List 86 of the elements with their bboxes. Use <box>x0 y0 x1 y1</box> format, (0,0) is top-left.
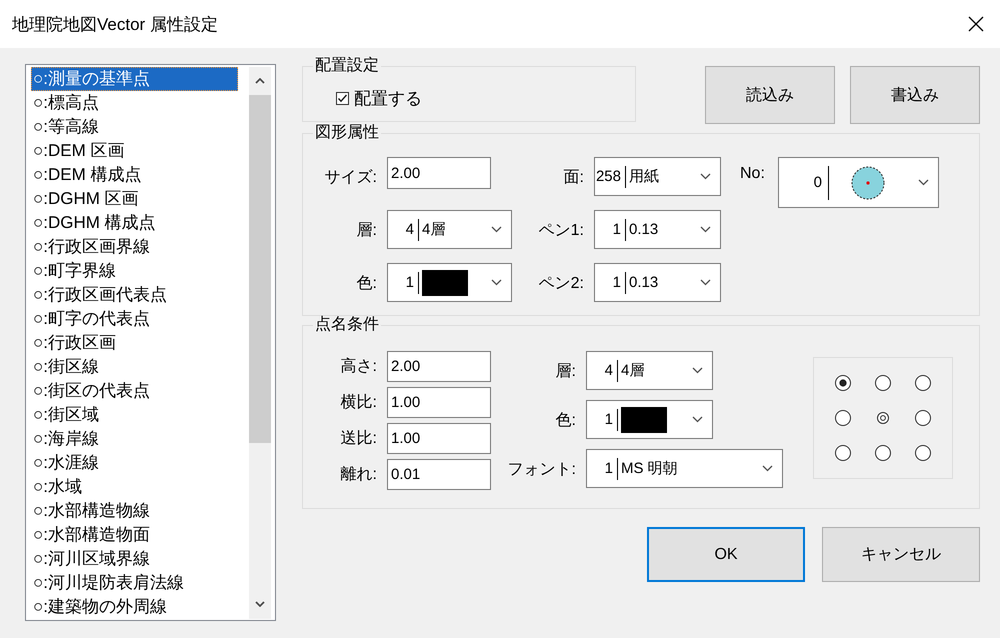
radio-button[interactable] <box>915 375 931 391</box>
dropdown[interactable]: 1 0.13 <box>594 263 721 302</box>
list-item[interactable]: ○:行政区画代表点 <box>31 283 238 307</box>
circle-symbol-icon <box>851 166 885 200</box>
chevron-down-icon <box>918 179 929 186</box>
radio-button[interactable] <box>915 445 931 461</box>
write-button[interactable]: 書込み <box>850 66 980 124</box>
list-item[interactable]: ○:町字の代表点 <box>31 307 238 331</box>
window-title: 地理院地図Vector 属性設定 <box>12 14 218 36</box>
list-item[interactable]: ○:水涯線 <box>31 451 238 475</box>
center-radio-button[interactable] <box>877 412 889 424</box>
list-item[interactable]: ○:DEM 区画 <box>31 139 238 163</box>
list-item[interactable]: ○:河川堤防表肩法線 <box>31 571 238 595</box>
text-field[interactable]: 2.00 <box>387 351 491 382</box>
list-box[interactable]: ○:測量の基準点 ○:標高点 ○:等高線 ○:DEM 区画 ○:DEM 構成点 ○:DGHM 区画 ○:DGHM 構成点 ○:行政区画界線 ○:町字界線 ○:行政区画代表点 ○:町字の代表点 ○:行政区画 ○:街区線 ○:街区の代表点 ○:街区域 ○:海岸線 ○:水涯線 ○:水域 ○:水部構造物線 ○:水部構造物面 ○:河川区域界線 ○:河川堤防表肩法線 ○:建築物の外周線 <box>25 64 276 621</box>
ok-button[interactable]: OK <box>647 527 805 582</box>
list-item[interactable]: ○:行政区画界線 <box>31 235 238 259</box>
field-label: 層: <box>556 362 576 382</box>
field-label: ペン2: <box>538 274 584 294</box>
cancel-button[interactable]: キャンセル <box>822 527 980 582</box>
chevron-down-icon <box>491 226 502 233</box>
close-icon[interactable] <box>968 16 984 32</box>
list-item[interactable]: ○:町字界線 <box>31 259 238 283</box>
field-label: 色: <box>556 410 576 430</box>
field-label: サイズ: <box>324 168 377 188</box>
chevron-down-icon <box>692 367 703 374</box>
group-title: 図形属性 <box>314 124 380 142</box>
scroll-down-icon[interactable] <box>255 601 265 607</box>
field-label: 面: <box>564 168 584 188</box>
chevron-down-icon <box>700 279 711 286</box>
list-item[interactable]: ○:測量の基準点 <box>31 67 238 91</box>
list-item[interactable]: ○:建築物の外周線 <box>31 595 238 619</box>
list-item[interactable]: ○:海岸線 <box>31 427 238 451</box>
list-item[interactable]: ○:DEM 構成点 <box>31 163 238 187</box>
chevron-down-icon <box>762 465 773 472</box>
dropdown[interactable]: 1 MS 明朝 <box>586 449 783 488</box>
field-label: 離れ: <box>340 465 377 485</box>
chevron-down-icon <box>491 279 502 286</box>
list-item[interactable]: ○:行政区画 <box>31 331 238 355</box>
list-item[interactable]: ○:DGHM 構成点 <box>31 211 238 235</box>
dropdown[interactable]: 1 <box>387 263 512 302</box>
dropdown[interactable]: 4 4層 <box>586 351 713 390</box>
group-title: 点名条件 <box>314 316 380 334</box>
text-field[interactable]: 1.00 <box>387 423 491 454</box>
field-label: 送比: <box>340 428 377 449</box>
radio-button[interactable] <box>875 445 891 461</box>
text-field[interactable]: 0.01 <box>387 459 491 490</box>
text-field[interactable]: 2.00 <box>387 157 491 189</box>
field-label: 層: <box>356 220 377 240</box>
dropdown[interactable]: 4 4層 <box>387 210 512 249</box>
radio-button[interactable] <box>835 375 851 391</box>
scroll-up-icon[interactable] <box>255 78 265 84</box>
list-item[interactable]: ○:標高点 <box>31 91 238 115</box>
list-item[interactable]: ○:水域 <box>31 475 238 499</box>
checkbox-label[interactable]: 配置する <box>354 86 422 110</box>
field-label: No: <box>740 165 765 183</box>
radio-button[interactable] <box>915 410 931 426</box>
radio-button[interactable] <box>835 410 851 426</box>
group-title: 配置設定 <box>314 57 380 75</box>
list-item[interactable]: ○:水部構造物面 <box>31 523 238 547</box>
dropdown[interactable]: 0 <box>778 157 939 208</box>
field-label: 高さ: <box>340 356 377 377</box>
scrollbar-thumb[interactable] <box>249 95 271 443</box>
chevron-down-icon <box>700 226 711 233</box>
field-label: ペン1: <box>538 220 584 240</box>
field-label: 横比: <box>340 392 377 413</box>
checkbox[interactable] <box>336 92 349 104</box>
field-label: フォント: <box>508 460 576 480</box>
list-item[interactable]: ○:水部構造物線 <box>31 499 238 523</box>
chevron-down-icon <box>692 416 703 423</box>
list-item[interactable]: ○:街区の代表点 <box>31 379 238 403</box>
radio-button[interactable] <box>875 375 891 391</box>
list-item[interactable]: ○:河川区域界線 <box>31 547 238 571</box>
dropdown[interactable]: 1 0.13 <box>594 210 721 249</box>
list-item[interactable]: ○:街区域 <box>31 403 238 427</box>
dropdown[interactable]: 1 <box>586 400 713 439</box>
text-field[interactable]: 1.00 <box>387 387 491 418</box>
list-item[interactable]: ○:DGHM 区画 <box>31 187 238 211</box>
chevron-down-icon <box>700 173 711 180</box>
dropdown[interactable]: 258 用紙 <box>594 157 721 196</box>
radio-button[interactable] <box>835 445 851 461</box>
list-item[interactable]: ○:街区線 <box>31 355 238 379</box>
list-item[interactable]: ○:等高線 <box>31 115 238 139</box>
field-label: 色: <box>356 274 377 294</box>
scrollbar[interactable] <box>249 67 271 619</box>
load-button[interactable]: 読込み <box>705 66 835 124</box>
